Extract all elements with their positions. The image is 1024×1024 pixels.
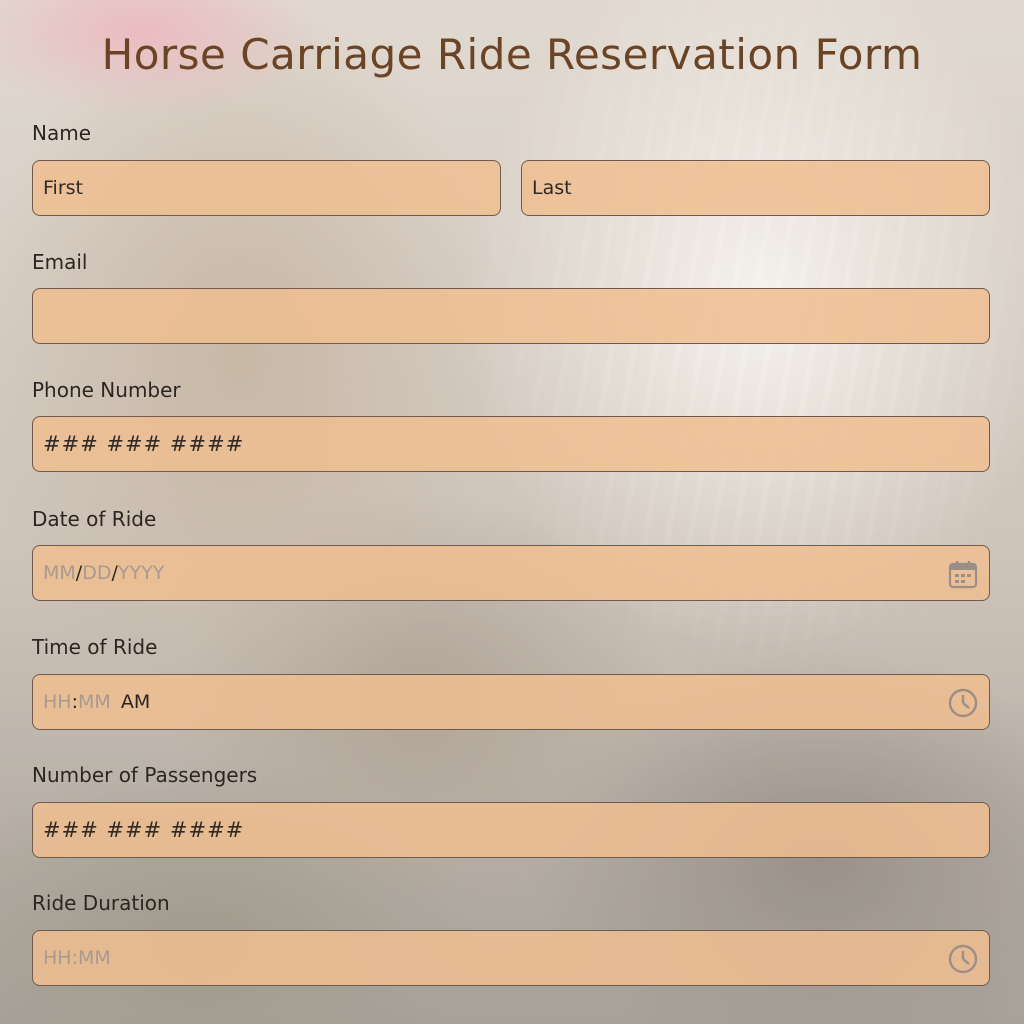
date-year-placeholder[interactable]: YYYY [118, 562, 164, 584]
phone-label: Phone Number [32, 378, 181, 402]
last-name-field[interactable]: Last [521, 160, 990, 216]
email-label: Email [32, 250, 88, 274]
first-name-field[interactable]: First [32, 160, 501, 216]
date-day-placeholder[interactable]: DD [82, 562, 111, 584]
duration-field[interactable]: HH:MM [32, 930, 990, 986]
duration-minute-placeholder[interactable]: MM [78, 947, 111, 969]
time-label: Time of Ride [32, 635, 158, 659]
last-name-placeholder: Last [532, 177, 572, 199]
phone-placeholder: ### ### #### [43, 432, 245, 456]
form-title: Horse Carriage Ride Reservation Form [101, 30, 923, 79]
passengers-label: Number of Passengers [32, 763, 258, 787]
date-month-placeholder[interactable]: MM [43, 562, 76, 584]
date-label: Date of Ride [32, 507, 157, 531]
calendar-icon[interactable] [947, 558, 979, 590]
name-label: Name [32, 121, 92, 145]
phone-field[interactable]: ### ### #### [32, 416, 990, 472]
passengers-placeholder: ### ### #### [43, 818, 245, 842]
date-field[interactable]: MM/DD/YYYY [32, 545, 990, 601]
time-hour-placeholder[interactable]: HH [43, 691, 72, 713]
reservation-form: Horse Carriage Ride Reservation Form Nam… [0, 0, 1024, 1024]
time-minute-placeholder[interactable]: MM [78, 691, 111, 713]
first-name-placeholder: First [43, 177, 83, 199]
clock-icon[interactable] [947, 687, 979, 719]
passengers-field[interactable]: ### ### #### [32, 802, 990, 858]
time-field[interactable]: HH:MM AM [32, 674, 990, 730]
duration-hour-placeholder[interactable]: HH [43, 947, 72, 969]
duration-label: Ride Duration [32, 891, 170, 915]
clock-icon[interactable] [947, 943, 979, 975]
time-ampm[interactable]: AM [121, 691, 150, 713]
email-field[interactable] [32, 288, 990, 344]
